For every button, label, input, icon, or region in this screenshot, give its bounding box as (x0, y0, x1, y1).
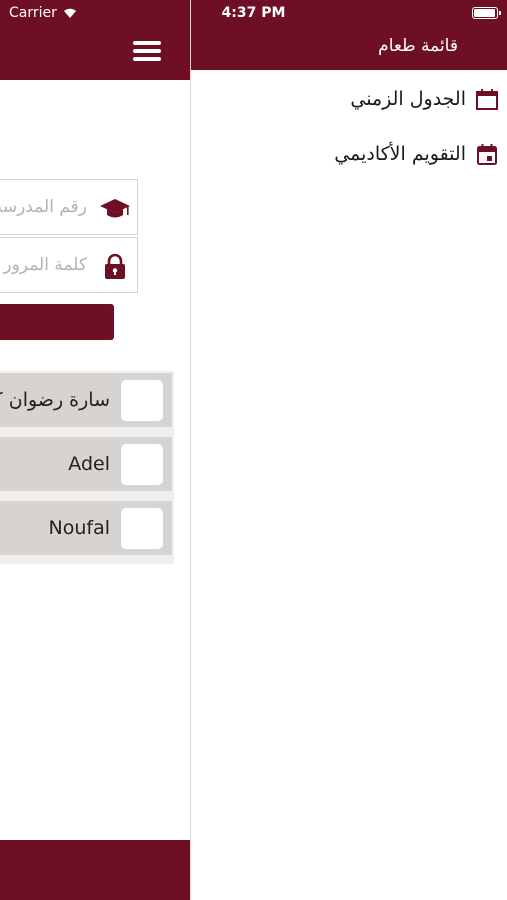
student-checkbox[interactable] (121, 380, 163, 421)
drawer-item-academic-calendar[interactable]: التقويم الأكاديمي (191, 137, 507, 177)
student-checkbox[interactable] (121, 508, 163, 549)
calendar-outline-icon (476, 89, 498, 110)
student-checkbox[interactable] (121, 444, 163, 485)
student-row[interactable]: Noufal (0, 501, 172, 555)
lock-icon (105, 253, 125, 279)
calendar-event-icon (477, 144, 497, 165)
status-time: 4:37 PM (221, 5, 286, 21)
password-placeholder: كلمة المرور (3, 255, 87, 275)
battery-icon (472, 7, 501, 19)
main-screen: رقم المدرسة كلمة المرور سارة رضوان كـ Ad… (0, 0, 190, 900)
drawer-title: قائمة طعام (378, 36, 458, 56)
student-number-field[interactable]: رقم المدرسة (0, 179, 138, 235)
password-field[interactable]: كلمة المرور (0, 237, 138, 293)
drawer-item-timetable[interactable]: الجدول الزمني (191, 82, 507, 122)
main-bottom-bar (0, 840, 190, 900)
student-name: سارة رضوان كـ (0, 389, 110, 411)
student-row[interactable]: سارة رضوان كـ (0, 373, 172, 427)
side-drawer: قائمة طعام الجدول الزمني التقويم الأكادي… (190, 0, 507, 900)
student-row[interactable]: Adel (0, 437, 172, 491)
student-number-placeholder: رقم المدرسة (0, 197, 87, 217)
status-bar: Carrier 4:37 PM (0, 0, 507, 28)
student-name: Adel (68, 453, 110, 475)
hamburger-menu-icon[interactable] (133, 41, 161, 63)
student-name: Noufal (48, 517, 111, 539)
login-button[interactable] (0, 304, 114, 340)
drawer-item-label: التقويم الأكاديمي (334, 143, 466, 165)
drawer-item-label: الجدول الزمني (350, 88, 466, 110)
graduation-cap-icon (100, 199, 130, 218)
